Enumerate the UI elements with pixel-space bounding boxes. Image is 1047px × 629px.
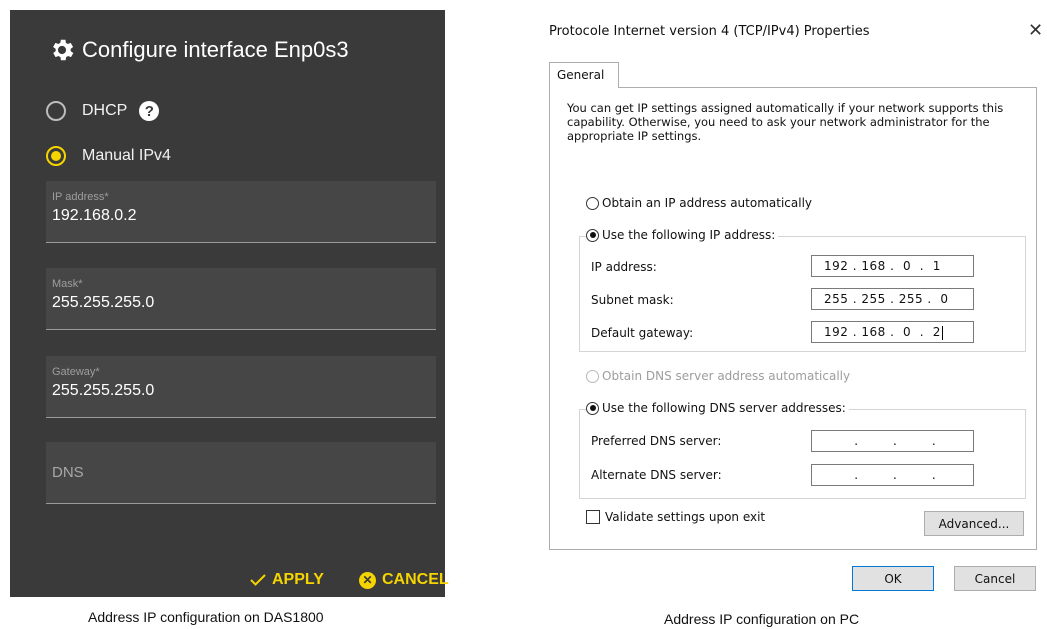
use-dns-label: Use the following DNS server addresses: bbox=[602, 401, 846, 415]
apply-label: APPLY bbox=[272, 571, 324, 588]
obtain-dns-radio[interactable] bbox=[586, 369, 599, 383]
use-dns-radio[interactable] bbox=[586, 401, 599, 415]
text-caret bbox=[941, 325, 943, 340]
gateway-value[interactable]: 255.255.255.0 bbox=[52, 382, 154, 400]
das-title-bar: Configure interface Enp0s3 bbox=[48, 30, 349, 70]
dns-group: Preferred DNS server: . . . Alternate DN… bbox=[579, 409, 1026, 499]
preferred-dns-input[interactable]: . . . bbox=[811, 430, 974, 452]
tab-general[interactable]: General bbox=[549, 62, 619, 88]
advanced-button[interactable]: Advanced... bbox=[924, 511, 1024, 536]
gateway-label: Gateway* bbox=[52, 366, 100, 378]
general-panel: You can get IP settings assigned automat… bbox=[549, 87, 1037, 550]
ok-button[interactable]: OK bbox=[852, 566, 934, 591]
manual-ipv4-option[interactable]: Manual IPv4 bbox=[46, 146, 171, 166]
dialog-title: Protocole Internet version 4 (TCP/IPv4) … bbox=[549, 24, 870, 39]
use-ip-option[interactable]: Use the following IP address: bbox=[586, 228, 779, 242]
use-ip-label: Use the following IP address: bbox=[602, 228, 776, 242]
alternate-dns-row-label: Alternate DNS server: bbox=[591, 468, 722, 482]
apply-button[interactable]: APPLY bbox=[250, 571, 324, 589]
caption-right: Address IP configuration on PC bbox=[664, 611, 860, 627]
das-config-panel: Configure interface Enp0s3 DHCP ? Manual… bbox=[10, 10, 449, 597]
dhcp-label: DHCP bbox=[82, 102, 128, 119]
alternate-dns-input[interactable]: . . . bbox=[811, 464, 974, 486]
description-text: You can get IP settings assigned automat… bbox=[567, 101, 1004, 143]
dns-placeholder[interactable]: DNS bbox=[52, 464, 84, 481]
ip-address-row-label: IP address: bbox=[591, 260, 657, 274]
ip-address-input[interactable]: 192 . 168 . 0 . 1 bbox=[811, 255, 974, 277]
validate-label: Validate settings upon exit bbox=[605, 510, 766, 524]
das-title: Configure interface Enp0s3 bbox=[82, 37, 349, 62]
ip-address-value[interactable]: 192.168.0.2 bbox=[52, 207, 137, 225]
cancel-x-icon: ✕ bbox=[359, 571, 376, 589]
dns-field[interactable]: DNS bbox=[46, 442, 436, 504]
ip-address-field[interactable]: IP address* 192.168.0.2 bbox=[46, 181, 436, 243]
gateway-field[interactable]: Gateway* 255.255.255.0 bbox=[46, 356, 436, 418]
ip-group: IP address: 192 . 168 . 0 . 1 Subnet mas… bbox=[579, 236, 1026, 352]
default-gateway-row-label: Default gateway: bbox=[591, 326, 694, 340]
subnet-mask-input[interactable]: 255 . 255 . 255 . 0 bbox=[811, 288, 974, 310]
dialog-cancel-button[interactable]: Cancel bbox=[954, 566, 1036, 591]
close-icon[interactable]: ✕ bbox=[1028, 20, 1043, 41]
manual-ipv4-label: Manual IPv4 bbox=[82, 147, 171, 164]
mask-field[interactable]: Mask* 255.255.255.0 bbox=[46, 268, 436, 330]
default-gateway-input[interactable]: 192 . 168 . 0 . 2 bbox=[811, 321, 974, 343]
help-icon[interactable]: ? bbox=[139, 101, 160, 121]
use-ip-radio[interactable] bbox=[586, 228, 599, 242]
mask-value[interactable]: 255.255.255.0 bbox=[52, 294, 154, 312]
obtain-dns-label: Obtain DNS server address automatically bbox=[602, 369, 851, 383]
mask-label: Mask* bbox=[52, 278, 83, 290]
obtain-dns-option[interactable]: Obtain DNS server address automatically bbox=[586, 369, 854, 383]
cancel-label: CANCEL bbox=[382, 571, 449, 588]
cancel-button[interactable]: ✕ CANCEL bbox=[359, 571, 449, 589]
obtain-ip-label: Obtain an IP address automatically bbox=[602, 196, 813, 210]
default-gateway-value: 192 . 168 . 0 . 2 bbox=[824, 325, 941, 339]
ip-address-label: IP address* bbox=[52, 191, 109, 203]
preferred-dns-row-label: Preferred DNS server: bbox=[591, 434, 722, 448]
obtain-ip-option[interactable]: Obtain an IP address automatically bbox=[586, 196, 816, 210]
dhcp-radio[interactable] bbox=[46, 101, 66, 121]
check-icon bbox=[250, 574, 266, 586]
caption-left: Address IP configuration on DAS1800 bbox=[88, 609, 324, 625]
dhcp-option[interactable]: DHCP ? bbox=[46, 101, 160, 121]
gear-icon bbox=[53, 39, 74, 61]
manual-ipv4-radio[interactable] bbox=[46, 146, 66, 166]
ipv4-properties-dialog: Protocole Internet version 4 (TCP/IPv4) … bbox=[541, 12, 1047, 602]
use-dns-option[interactable]: Use the following DNS server addresses: bbox=[586, 401, 849, 415]
obtain-ip-radio[interactable] bbox=[586, 196, 599, 210]
validate-checkbox[interactable] bbox=[586, 510, 600, 524]
validate-option[interactable]: Validate settings upon exit bbox=[586, 510, 765, 524]
subnet-mask-row-label: Subnet mask: bbox=[591, 293, 674, 307]
